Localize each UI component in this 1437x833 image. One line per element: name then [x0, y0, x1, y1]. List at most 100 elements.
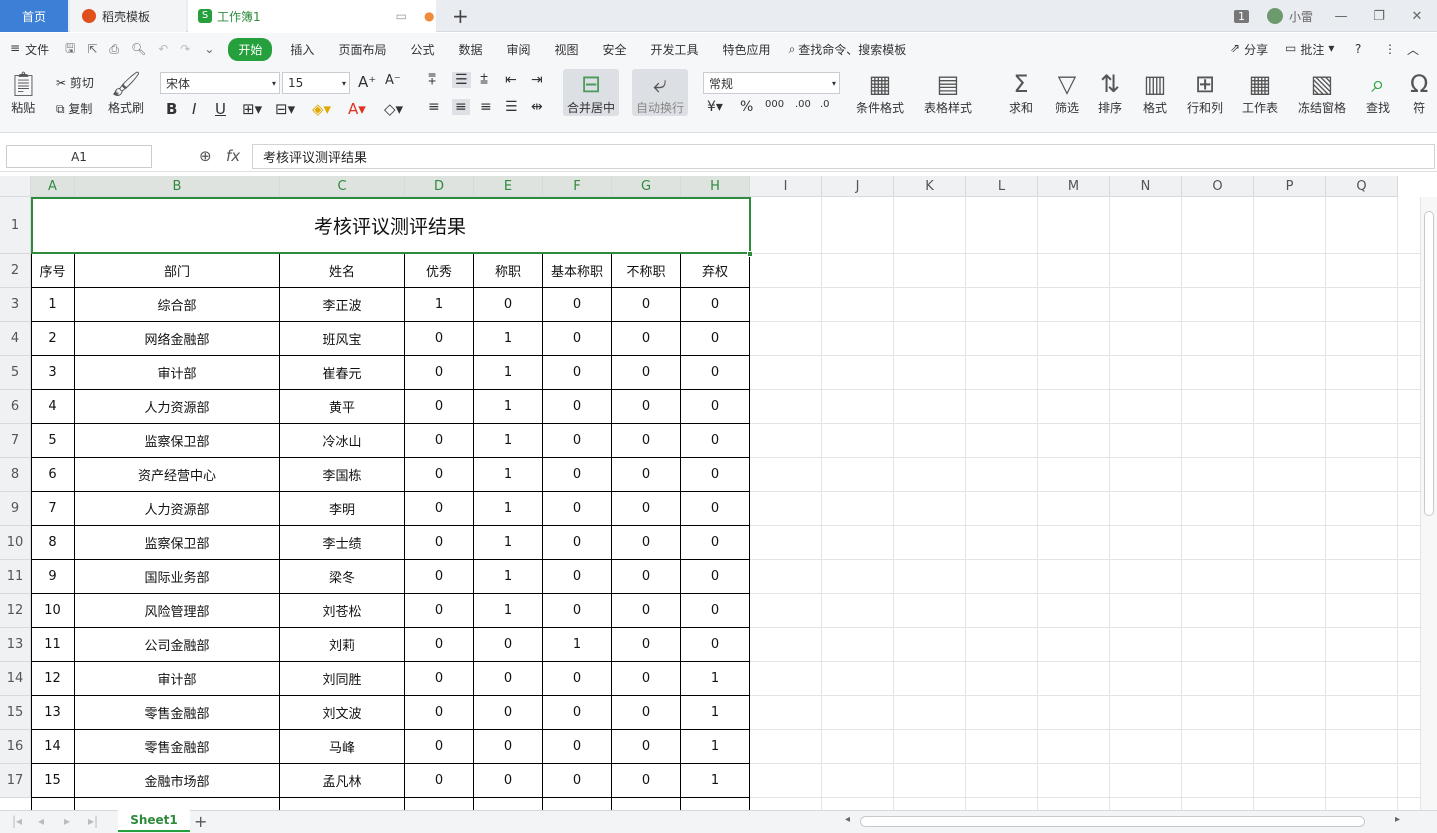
cell-g12[interactable]: 0	[612, 594, 681, 628]
menu-insert[interactable]: 插入	[278, 41, 326, 58]
column-header-l[interactable]: L	[966, 176, 1038, 197]
cell-d17[interactable]: 0	[405, 764, 474, 798]
cell-a11[interactable]: 9	[31, 560, 75, 594]
help-icon[interactable]: ?	[1355, 42, 1361, 56]
cell-c16[interactable]: 马峰	[280, 730, 405, 764]
symbol-button[interactable]: Ω符	[1410, 69, 1428, 116]
comment-button[interactable]: ▭ 批注 ▾	[1285, 41, 1334, 58]
cell-f16[interactable]: 0	[543, 730, 612, 764]
cell-h7[interactable]: 0	[681, 424, 750, 458]
filter-button[interactable]: ▽ 筛选	[1055, 69, 1079, 116]
cell-h15[interactable]: 1	[681, 696, 750, 730]
cell-e16[interactable]: 0	[474, 730, 543, 764]
row-header-14[interactable]: 14	[0, 662, 31, 696]
column-header-c[interactable]: C	[280, 176, 405, 197]
percent-icon[interactable]: %	[740, 99, 753, 115]
fx-icon[interactable]: fx	[226, 147, 240, 165]
column-header-g[interactable]: G	[612, 176, 681, 197]
distribute-icon[interactable]: ⇹	[531, 99, 543, 115]
cell-a10[interactable]: 8	[31, 526, 75, 560]
row-header-16[interactable]: 16	[0, 730, 31, 764]
header-cell-c[interactable]: 姓名	[280, 254, 405, 288]
cell-c4[interactable]: 班风宝	[280, 322, 405, 356]
cell-b13[interactable]: 公司金融部	[75, 628, 280, 662]
cell-h3[interactable]: 0	[681, 288, 750, 322]
monitor-icon[interactable]: ▭	[396, 9, 407, 23]
menu-formula[interactable]: 公式	[398, 41, 446, 58]
spreadsheet-grid[interactable]: ABCDEFGHIJKLMNOPQ 1 2 3 4 5 6 7 8 9 10 11 12 13 14 15 1…	[0, 176, 1437, 810]
next-sheet-icon[interactable]: ▸	[64, 814, 70, 828]
align-top-icon[interactable]: ⩱	[428, 72, 436, 88]
header-cell-e[interactable]: 称职	[474, 254, 543, 288]
save-icon[interactable]: 🖫	[59, 39, 81, 60]
cell-a15[interactable]: 13	[31, 696, 75, 730]
cell-f9[interactable]: 0	[543, 492, 612, 526]
cell-f11[interactable]: 0	[543, 560, 612, 594]
cell-a8[interactable]: 6	[31, 458, 75, 492]
increase-font-icon[interactable]: A⁺	[358, 73, 376, 91]
undo-icon[interactable]: ↶	[152, 42, 174, 56]
thousands-icon[interactable]: 000	[765, 99, 784, 110]
cell-f5[interactable]: 0	[543, 356, 612, 390]
cell-e4[interactable]: 1	[474, 322, 543, 356]
cell-h9[interactable]: 0	[681, 492, 750, 526]
cell-f4[interactable]: 0	[543, 322, 612, 356]
export-icon[interactable]: ⇱	[81, 42, 103, 56]
font-color-icon[interactable]: A▾	[348, 100, 366, 118]
cell-c6[interactable]: 黄平	[280, 390, 405, 424]
font-family-select[interactable]: 宋体 ▾	[160, 72, 280, 94]
cell-f12[interactable]: 0	[543, 594, 612, 628]
print-icon[interactable]: ⎙	[103, 42, 125, 57]
cell-d3[interactable]: 1	[405, 288, 474, 322]
header-cell-b[interactable]: 部门	[75, 254, 280, 288]
vertical-scroll-thumb[interactable]	[1424, 211, 1434, 516]
cell-h16[interactable]: 1	[681, 730, 750, 764]
header-cell-h[interactable]: 弃权	[681, 254, 750, 288]
cell-h13[interactable]: 0	[681, 628, 750, 662]
cell-b3[interactable]: 综合部	[75, 288, 280, 322]
redo-icon[interactable]: ↷	[174, 42, 196, 56]
command-search[interactable]: ⌕ 查找命令、搜索模板	[783, 41, 907, 58]
cell-g10[interactable]: 0	[612, 526, 681, 560]
cell-g9[interactable]: 0	[612, 492, 681, 526]
cell-f14[interactable]: 0	[543, 662, 612, 696]
bold-icon[interactable]: B	[166, 100, 177, 118]
cell-h12[interactable]: 0	[681, 594, 750, 628]
cell-h8[interactable]: 0	[681, 458, 750, 492]
currency-icon[interactable]: ¥▾	[707, 99, 723, 115]
column-header-m[interactable]: M	[1038, 176, 1110, 197]
cell-h14[interactable]: 1	[681, 662, 750, 696]
column-header-d[interactable]: D	[405, 176, 474, 197]
tab-home[interactable]: 首页	[0, 0, 68, 32]
fill-color-icon[interactable]: ◈▾	[312, 100, 331, 118]
align-middle-icon[interactable]: ☰	[452, 72, 471, 88]
font-size-select[interactable]: 15 ▾	[282, 72, 350, 94]
format-button[interactable]: ▥ 格式	[1143, 69, 1167, 116]
cell-b9[interactable]: 人力资源部	[75, 492, 280, 526]
row-col-button[interactable]: ⊞ 行和列	[1187, 69, 1223, 116]
align-right-icon[interactable]: ≡	[480, 99, 492, 115]
cell-b12[interactable]: 风险管理部	[75, 594, 280, 628]
cell-d9[interactable]: 0	[405, 492, 474, 526]
decrease-decimal-icon[interactable]: .0	[820, 99, 830, 110]
column-header-b[interactable]: B	[75, 176, 280, 197]
cell-d13[interactable]: 0	[405, 628, 474, 662]
cell-a7[interactable]: 5	[31, 424, 75, 458]
row-header-7[interactable]: 7	[0, 424, 31, 458]
select-all-corner[interactable]	[0, 176, 31, 197]
row-header-8[interactable]: 8	[0, 458, 31, 492]
cell-d5[interactable]: 0	[405, 356, 474, 390]
table-style-button[interactable]: ▤ 表格样式	[924, 69, 972, 116]
indent-increase-icon[interactable]: ⇥	[531, 72, 543, 88]
cell-e14[interactable]: 0	[474, 662, 543, 696]
cell-a9[interactable]: 7	[31, 492, 75, 526]
cell-b4[interactable]: 网络金融部	[75, 322, 280, 356]
freeze-panes-button[interactable]: ▧ 冻结窗格	[1298, 69, 1346, 116]
cell-g13[interactable]: 0	[612, 628, 681, 662]
column-header-j[interactable]: J	[822, 176, 894, 197]
table-title-cell[interactable]: 考核评议测评结果	[31, 197, 750, 254]
cell-h10[interactable]: 0	[681, 526, 750, 560]
window-count-badge[interactable]: 1	[1233, 9, 1249, 23]
cell-e3[interactable]: 0	[474, 288, 543, 322]
menu-view[interactable]: 视图	[543, 41, 591, 58]
